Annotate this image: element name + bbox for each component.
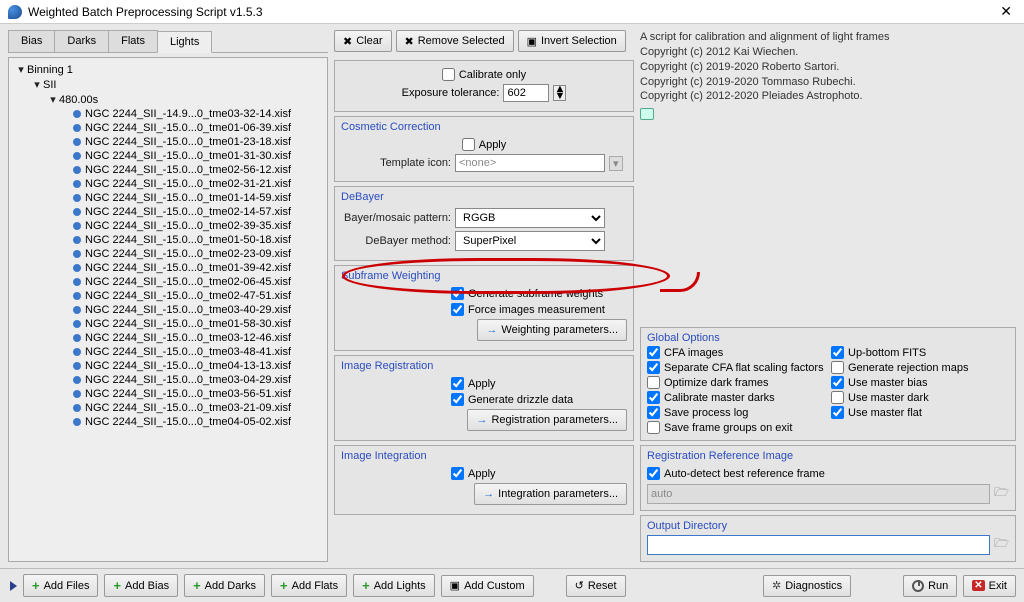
integration-params-button[interactable]: →Integration parameters...: [474, 483, 627, 505]
output-browse-icon[interactable]: 🗁: [994, 534, 1009, 555]
tree-file-item[interactable]: NGC 2244_SII_-15.0...0_tme01-31-30.xisf: [11, 149, 325, 163]
tree-file-item[interactable]: NGC 2244_SII_-15.0...0_tme02-47-51.xisf: [11, 289, 325, 303]
debayer-method-select[interactable]: SuperPixel: [455, 231, 605, 251]
tree-file-item[interactable]: NGC 2244_SII_-15.0...0_tme03-12-46.xisf: [11, 331, 325, 345]
cosmetic-apply-checkbox[interactable]: [462, 138, 475, 151]
tab-lights[interactable]: Lights: [157, 31, 212, 53]
add-custom-button[interactable]: ▣ Add Custom: [441, 575, 534, 597]
info-icon[interactable]: [640, 108, 654, 120]
registration-title: Image Registration: [341, 360, 627, 374]
global-option[interactable]: Use master flat: [831, 406, 1009, 419]
invert-selection-button[interactable]: ▣ Invert Selection: [518, 30, 626, 52]
diagnostics-button[interactable]: ✲ Diagnostics: [763, 575, 851, 597]
global-option[interactable]: Generate rejection maps: [831, 361, 1009, 374]
auto-detect-ref-checkbox[interactable]: [647, 467, 660, 480]
ref-browse-icon: 🗁: [994, 483, 1009, 504]
tree-file-item[interactable]: NGC 2244_SII_-15.0...0_tme03-56-51.xisf: [11, 387, 325, 401]
tree-file-item[interactable]: NGC 2244_SII_-15.0...0_tme04-13-13.xisf: [11, 359, 325, 373]
output-dir-title: Output Directory: [647, 520, 1009, 534]
cosmetic-title: Cosmetic Correction: [341, 121, 627, 135]
calibrate-only-label: Calibrate only: [459, 69, 526, 81]
tree-file-item[interactable]: NGC 2244_SII_-15.0...0_tme04-05-02.xisf: [11, 415, 325, 429]
template-icon-input: [455, 154, 605, 172]
tab-bias[interactable]: Bias: [8, 30, 55, 52]
tree-exposure[interactable]: 480.00s: [59, 94, 98, 106]
generate-weights-checkbox[interactable]: [451, 287, 464, 300]
app-icon: [8, 5, 22, 19]
add-darks-button[interactable]: +Add Darks: [184, 574, 265, 597]
tree-file-item[interactable]: NGC 2244_SII_-15.0...0_tme03-21-09.xisf: [11, 401, 325, 415]
run-button[interactable]: Run: [903, 575, 957, 597]
global-option[interactable]: Separate CFA flat scaling factors: [647, 361, 825, 374]
tab-darks[interactable]: Darks: [54, 30, 109, 52]
tree-file-item[interactable]: NGC 2244_SII_-15.0...0_tme03-48-41.xisf: [11, 345, 325, 359]
drizzle-checkbox[interactable]: [451, 393, 464, 406]
integration-title: Image Integration: [341, 450, 627, 464]
tree-file-item[interactable]: NGC 2244_SII_-15.0...0_tme01-14-59.xisf: [11, 191, 325, 205]
global-options-title: Global Options: [647, 332, 1009, 346]
tree-file-item[interactable]: NGC 2244_SII_-15.0...0_tme03-40-29.xisf: [11, 303, 325, 317]
window-title: Weighted Batch Preprocessing Script v1.5…: [28, 5, 996, 19]
registration-apply-checkbox[interactable]: [451, 377, 464, 390]
exposure-tolerance-stepper[interactable]: ▲▼: [553, 85, 566, 101]
close-icon[interactable]: ✕: [996, 3, 1016, 20]
add-flats-button[interactable]: +Add Flats: [271, 574, 347, 597]
integration-apply-checkbox[interactable]: [451, 467, 464, 480]
tree-file-item[interactable]: NGC 2244_SII_-15.0...0_tme01-06-39.xisf: [11, 121, 325, 135]
add-lights-button[interactable]: +Add Lights: [353, 574, 435, 597]
ref-frame-input: [647, 484, 990, 504]
global-option[interactable]: Save frame groups on exit: [647, 421, 825, 434]
tree-file-item[interactable]: NGC 2244_SII_-15.0...0_tme02-23-09.xisf: [11, 247, 325, 261]
tree-binning[interactable]: Binning 1: [27, 64, 73, 76]
exposure-tolerance-input[interactable]: [503, 84, 549, 102]
tree-file-item[interactable]: NGC 2244_SII_-15.0...0_tme02-56-12.xisf: [11, 163, 325, 177]
exposure-tolerance-label: Exposure tolerance:: [402, 87, 500, 99]
force-measurement-checkbox[interactable]: [451, 303, 464, 316]
weighting-params-button[interactable]: →Weighting parameters...: [477, 319, 627, 341]
reset-button[interactable]: ↺ Reset: [566, 575, 626, 597]
tree-file-item[interactable]: NGC 2244_SII_-15.0...0_tme03-04-29.xisf: [11, 373, 325, 387]
global-option[interactable]: Use master bias: [831, 376, 1009, 389]
tree-filter[interactable]: SII: [43, 79, 56, 91]
tree-file-item[interactable]: NGC 2244_SII_-15.0...0_tme01-23-18.xisf: [11, 135, 325, 149]
tree-file-item[interactable]: NGC 2244_SII_-14.9...0_tme03-32-14.xisf: [11, 107, 325, 121]
tree-file-item[interactable]: NGC 2244_SII_-15.0...0_tme02-06-45.xisf: [11, 275, 325, 289]
bayer-pattern-select[interactable]: RGGB: [455, 208, 605, 228]
calibrate-only-checkbox[interactable]: [442, 68, 455, 81]
template-icon-dropdown: ▾: [609, 156, 623, 171]
exit-button[interactable]: ✕ Exit: [963, 575, 1016, 597]
global-option[interactable]: Save process log: [647, 406, 825, 419]
tree-file-item[interactable]: NGC 2244_SII_-15.0...0_tme02-39-35.xisf: [11, 219, 325, 233]
file-tree[interactable]: ▾Binning 1 ▾SII ▾480.00s NGC 2244_SII_-1…: [8, 57, 328, 562]
add-bias-button[interactable]: +Add Bias: [104, 574, 178, 597]
tree-file-item[interactable]: NGC 2244_SII_-15.0...0_tme02-14-57.xisf: [11, 205, 325, 219]
clear-button[interactable]: ✖ Clear: [334, 30, 392, 52]
global-option[interactable]: Up-bottom FITS: [831, 346, 1009, 359]
file-type-tabs: Bias Darks Flats Lights: [8, 30, 328, 53]
global-option[interactable]: Calibrate master darks: [647, 391, 825, 404]
subframe-title: Subframe Weighting: [341, 270, 627, 284]
global-option[interactable]: Optimize dark frames: [647, 376, 825, 389]
tab-flats[interactable]: Flats: [108, 30, 158, 52]
output-dir-input[interactable]: [647, 535, 990, 555]
debayer-title: DeBayer: [341, 191, 627, 205]
tree-file-item[interactable]: NGC 2244_SII_-15.0...0_tme02-31-21.xisf: [11, 177, 325, 191]
tree-file-item[interactable]: NGC 2244_SII_-15.0...0_tme01-58-30.xisf: [11, 317, 325, 331]
tree-file-item[interactable]: NGC 2244_SII_-15.0...0_tme01-39-42.xisf: [11, 261, 325, 275]
global-option[interactable]: CFA images: [647, 346, 825, 359]
new-instance-icon[interactable]: [10, 581, 17, 591]
script-info: A script for calibration and alignment o…: [640, 30, 1016, 125]
ref-image-title: Registration Reference Image: [647, 450, 1009, 464]
global-option[interactable]: Use master dark: [831, 391, 1009, 404]
tree-file-item[interactable]: NGC 2244_SII_-15.0...0_tme01-50-18.xisf: [11, 233, 325, 247]
registration-params-button[interactable]: →Registration parameters...: [467, 409, 627, 431]
add-files-button[interactable]: +Add Files: [23, 574, 98, 597]
remove-selected-button[interactable]: ✖ Remove Selected: [396, 30, 514, 52]
